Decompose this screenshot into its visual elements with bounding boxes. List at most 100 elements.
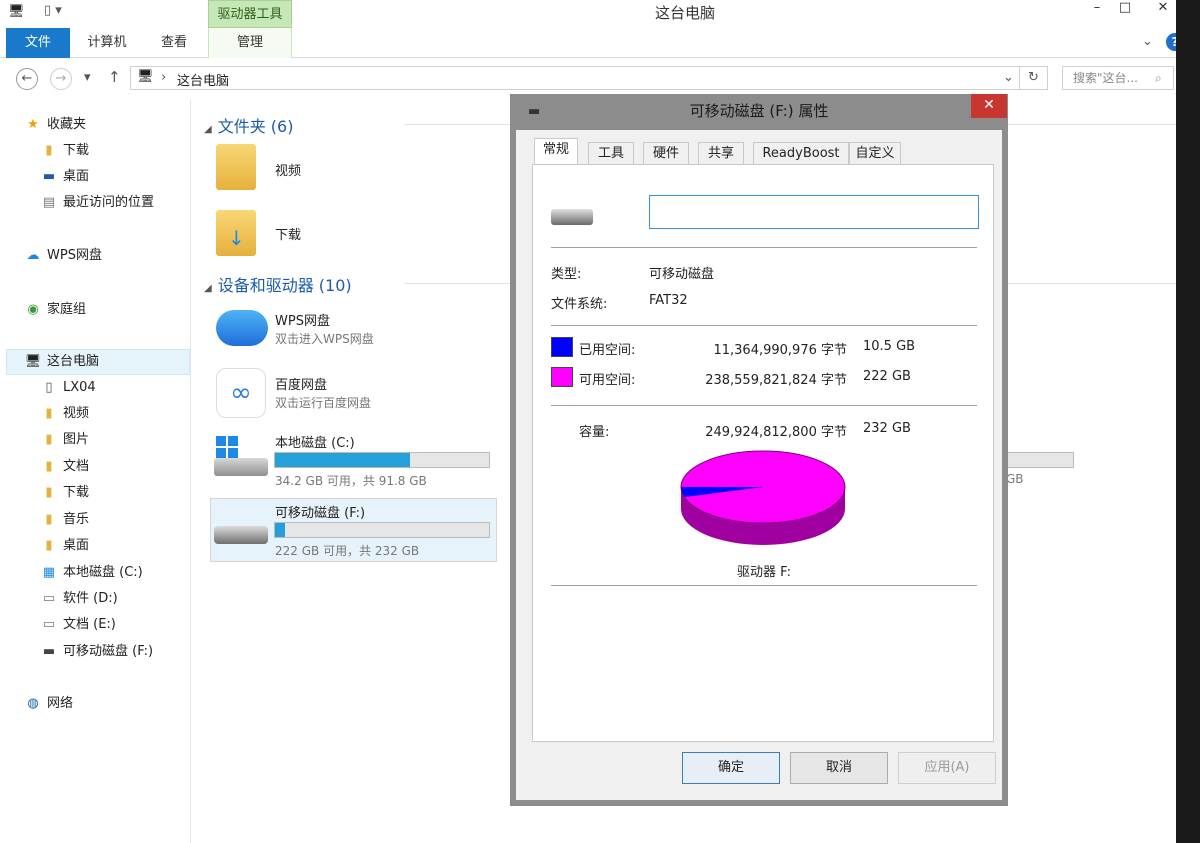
- address-bar[interactable]: 🖥 › 这台电脑 ⌄: [130, 66, 1020, 90]
- device-subtitle: 34.2 GB 可用，共 91.8 GB: [275, 474, 427, 488]
- window-title: 这台电脑: [654, 4, 715, 22]
- nav-desktop[interactable]: ▬ 桌面: [40, 166, 89, 188]
- refresh-button[interactable]: ↻: [1020, 66, 1048, 90]
- drive-icon: ▭: [42, 591, 56, 606]
- drive-label: 驱动器 F:: [737, 565, 791, 580]
- nav-downloads-pc[interactable]: ▮ 下载: [40, 482, 89, 504]
- capacity-bytes: 249,924,812,800 字节: [705, 425, 847, 440]
- tab-customize[interactable]: 自定义: [849, 142, 901, 164]
- device-drive-f[interactable]: 可移动磁盘 (F:) 222 GB 可用，共 232 GB: [212, 500, 500, 562]
- free-space-bytes: 238,559,821,824 字节: [705, 373, 847, 388]
- title-bar: 🖥 ▯ ▾ 这台电脑 – □ ✕: [0, 0, 1200, 28]
- nav-desktop-pc[interactable]: ▮ 桌面: [40, 535, 89, 557]
- windows-drive-icon: ▦: [42, 565, 56, 580]
- music-folder-icon: ▮: [45, 512, 53, 527]
- tab-readyboost[interactable]: ReadyBoost: [753, 142, 849, 164]
- windows-drive-icon: [214, 436, 270, 480]
- capacity-bar: [1000, 452, 1074, 468]
- baidu-netdisk-icon: ∞: [216, 368, 266, 418]
- cloud-icon: ☁: [26, 248, 40, 263]
- cancel-button[interactable]: 取消: [790, 752, 888, 784]
- tab-general[interactable]: 常规: [534, 138, 578, 164]
- device-drive-c[interactable]: 本地磁盘 (C:) 34.2 GB 可用，共 91.8 GB: [212, 430, 500, 492]
- used-space-bytes: 11,364,990,976 字节: [713, 343, 847, 358]
- up-button[interactable]: ↑: [108, 68, 121, 86]
- dialog-title: 可移动磁盘 (F:) 属性: [689, 102, 829, 120]
- video-folder-icon: [216, 144, 256, 190]
- nav-documents[interactable]: ▮ 文档: [40, 456, 89, 478]
- pane-divider[interactable]: [190, 100, 191, 843]
- search-input[interactable]: 搜索"这台... ⌕: [1062, 66, 1174, 90]
- folder-icon: ▮: [45, 143, 53, 158]
- nav-pictures[interactable]: ▮ 图片: [40, 429, 89, 451]
- ok-button[interactable]: 确定: [682, 752, 780, 784]
- ribbon: 文件 计算机 查看 管理 ⌄ ?: [0, 28, 1200, 58]
- tab-manage[interactable]: 管理: [208, 28, 292, 58]
- nav-homegroup[interactable]: ◉ 家庭组: [24, 299, 86, 321]
- nav-lx04[interactable]: ▯ LX04: [40, 377, 95, 399]
- downloads-folder-icon: ↓: [216, 210, 256, 256]
- chevron-down-icon[interactable]: ⌄: [1003, 70, 1014, 85]
- network-icon: ◍: [27, 696, 39, 711]
- nav-drive-c[interactable]: ▦ 本地磁盘 (C:): [40, 562, 143, 584]
- nav-favorites[interactable]: ★ 收藏夹: [24, 114, 86, 136]
- computer-icon: 🖥: [24, 354, 42, 369]
- folder-downloads[interactable]: ↓ 下载: [212, 204, 500, 264]
- nav-recent-places[interactable]: ▤ 最近访问的位置: [40, 192, 154, 214]
- properties-dialog: ▬ 可移动磁盘 (F:) 属性 ✕ 常规 工具 硬件 共享 ReadyBoost…: [510, 94, 1008, 806]
- device-subtitle: 双击运行百度网盘: [275, 396, 372, 410]
- search-placeholder: 搜索"这台...: [1073, 71, 1138, 85]
- dialog-title-bar[interactable]: ▬ 可移动磁盘 (F:) 属性: [516, 94, 1002, 130]
- tab-sharing[interactable]: 共享: [698, 142, 744, 164]
- desktop-edge: [1176, 0, 1200, 843]
- search-icon: ⌕: [1155, 71, 1162, 85]
- chevron-down-icon[interactable]: ⌄: [1142, 34, 1153, 49]
- disk-usage-pie-chart: [680, 450, 846, 545]
- apply-button[interactable]: 应用(A): [898, 752, 996, 784]
- used-space-swatch: [551, 337, 573, 357]
- desktop-icon: ▬: [42, 169, 56, 184]
- folder-videos[interactable]: 视频: [212, 140, 500, 200]
- forward-button[interactable]: →: [50, 68, 72, 90]
- devices-group-header[interactable]: ◢ 设备和驱动器 (10): [204, 272, 1200, 296]
- general-tab-panel: 类型: 可移动磁盘 文件系统: FAT32 已用空间: 11,364,990,9…: [532, 164, 994, 742]
- nav-music[interactable]: ▮ 音乐: [40, 509, 89, 531]
- capacity-label: 容量:: [579, 425, 610, 440]
- type-value: 可移动磁盘: [649, 267, 715, 282]
- filesystem-label: 文件系统:: [551, 297, 608, 312]
- separator: [551, 325, 977, 326]
- folders-group-header[interactable]: ◢ 文件夹 (6): [204, 113, 1200, 137]
- tab-view[interactable]: 查看: [146, 28, 202, 58]
- tab-computer[interactable]: 计算机: [78, 28, 136, 58]
- folder-name: 下载: [275, 228, 302, 243]
- tab-tools[interactable]: 工具: [588, 142, 634, 164]
- phone-icon: ▯: [45, 380, 53, 395]
- maximize-button[interactable]: □: [1110, 0, 1140, 20]
- collapse-icon: ◢: [204, 124, 212, 135]
- collapse-icon: ◢: [204, 283, 212, 294]
- back-button[interactable]: ←: [16, 68, 38, 90]
- usb-drive-icon: ▬: [42, 644, 56, 659]
- nav-network[interactable]: ◍ 网络: [24, 693, 73, 715]
- desktop-folder-icon: ▮: [45, 538, 53, 553]
- tab-hardware[interactable]: 硬件: [643, 142, 689, 164]
- dialog-close-button[interactable]: ✕: [971, 94, 1007, 118]
- chevron-right-icon: ›: [161, 70, 167, 85]
- device-wps[interactable]: WPS网盘 双击进入WPS网盘: [212, 306, 500, 358]
- nav-this-pc[interactable]: 🖥 这台电脑: [24, 351, 99, 373]
- nav-drive-e[interactable]: ▭ 文档 (E:): [40, 614, 116, 636]
- nav-drive-d[interactable]: ▭ 软件 (D:): [40, 588, 118, 610]
- close-button[interactable]: ✕: [1148, 0, 1178, 20]
- nav-wps[interactable]: ☁ WPS网盘: [24, 245, 102, 267]
- nav-downloads[interactable]: ▮ 下载: [40, 140, 89, 162]
- minimize-button[interactable]: –: [1082, 0, 1112, 20]
- volume-name-input[interactable]: [649, 195, 979, 229]
- nav-drive-f[interactable]: ▬ 可移动磁盘 (F:): [40, 641, 153, 663]
- recent-dropdown-icon[interactable]: ▾: [84, 70, 91, 85]
- device-baidu[interactable]: ∞ 百度网盘 双击运行百度网盘: [212, 366, 500, 424]
- filesystem-value: FAT32: [649, 293, 688, 308]
- nav-videos[interactable]: ▮ 视频: [40, 403, 89, 425]
- capacity-bar-fill: [275, 453, 410, 467]
- computer-icon: 🖥: [137, 69, 154, 84]
- tab-file[interactable]: 文件: [6, 28, 70, 58]
